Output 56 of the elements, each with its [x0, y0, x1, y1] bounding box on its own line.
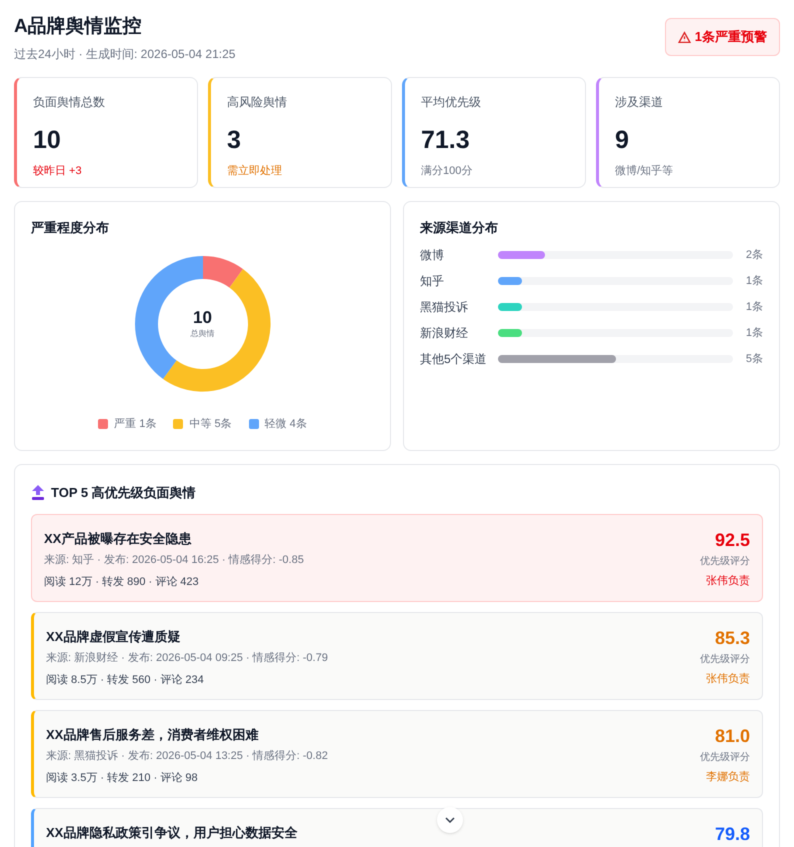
alert-meta: 来源: 知乎 · 发布: 2026-05-04 16:25 · 情感得分: -0.85	[44, 552, 304, 568]
channel-name: 其他5个渠道	[420, 351, 488, 368]
center-value: 10	[193, 308, 212, 328]
page-title: A品牌舆情监控	[14, 15, 143, 39]
channel-count: 1条	[744, 274, 763, 289]
alert-stats: 阅读 12万 · 转发 890 · 评论 423	[44, 574, 200, 590]
legend-label: 中等 5条	[189, 416, 232, 432]
score-label: 优先级评分	[700, 652, 750, 666]
chevron-down-icon	[445, 817, 455, 823]
priority-score: 92.5	[714, 528, 750, 550]
stat-note: 微博/知乎等	[615, 164, 674, 179]
stat-value: 3	[227, 125, 242, 155]
alert-text: 1条严重预警	[694, 28, 767, 46]
stat-note: 满分100分	[421, 164, 474, 179]
score-label: 优先级评分	[700, 554, 750, 568]
priority-score: 79.8	[714, 822, 750, 844]
warning-icon	[678, 30, 691, 44]
stat-value: 10	[33, 125, 62, 155]
alert-title: XX品牌售后服务差，消费者维权困难	[46, 726, 260, 744]
alert-stats: 阅读 3.5万 · 转发 210 · 评论 98	[46, 770, 199, 786]
owner-label: 张伟负责	[706, 574, 750, 588]
alert-meta: 来源: 黑猫投诉 · 发布: 2026-05-04 13:25 · 情感得分: -0.82	[46, 749, 328, 764]
alert-stats: 阅读 8.5万 · 转发 560 · 评论 234	[46, 672, 205, 688]
stat-note: 较昨日 +3	[33, 164, 83, 179]
channel-count: 1条	[744, 326, 763, 341]
up-arrow-icon	[31, 484, 45, 501]
subtitle: 过去24小时 · 生成时间: 2026-05-04 21:25	[14, 46, 236, 63]
channel-count: 2条	[744, 248, 763, 263]
channel-name: 微博	[420, 247, 445, 264]
priority-score: 85.3	[714, 626, 750, 648]
stat-value: 9	[615, 125, 630, 155]
stat-note: 需立即处理	[227, 164, 283, 179]
channel-name: 新浪财经	[420, 325, 469, 342]
card-title: 严重程度分布	[31, 219, 110, 237]
owner-label: 李娜负责	[706, 770, 750, 784]
alert-title: XX产品被曝存在安全隐患	[44, 530, 192, 548]
stat-label: 平均优先级	[421, 94, 482, 111]
channel-count: 1条	[744, 300, 763, 315]
channel-name: 知乎	[420, 273, 445, 290]
alert-title: XX品牌隐私政策引争议，用户担心数据安全	[46, 824, 298, 842]
stat-label: 涉及渠道	[615, 94, 664, 111]
score-label: 优先级评分	[700, 750, 750, 764]
legend-label: 轻微 4条	[264, 416, 307, 432]
stat-label: 高风险舆情	[227, 94, 288, 111]
stat-label: 负面舆情总数	[33, 94, 106, 111]
channel-name: 黑猫投诉	[420, 299, 469, 316]
section-title: TOP 5 高优先级负面舆情	[51, 484, 196, 502]
center-label: 总舆情	[190, 328, 214, 340]
legend-label: 严重 1条	[114, 416, 156, 432]
priority-score: 81.0	[714, 724, 750, 746]
channel-count: 5条	[744, 352, 763, 367]
stat-value: 71.3	[421, 125, 471, 155]
owner-label: 张伟负责	[706, 672, 750, 686]
card-title: 来源渠道分布	[420, 219, 499, 237]
alert-title: XX品牌虚假宣传遭质疑	[46, 628, 182, 646]
alert-meta: 来源: 新浪财经 · 发布: 2026-05-04 09:25 · 情感得分: -0.79	[46, 650, 328, 666]
